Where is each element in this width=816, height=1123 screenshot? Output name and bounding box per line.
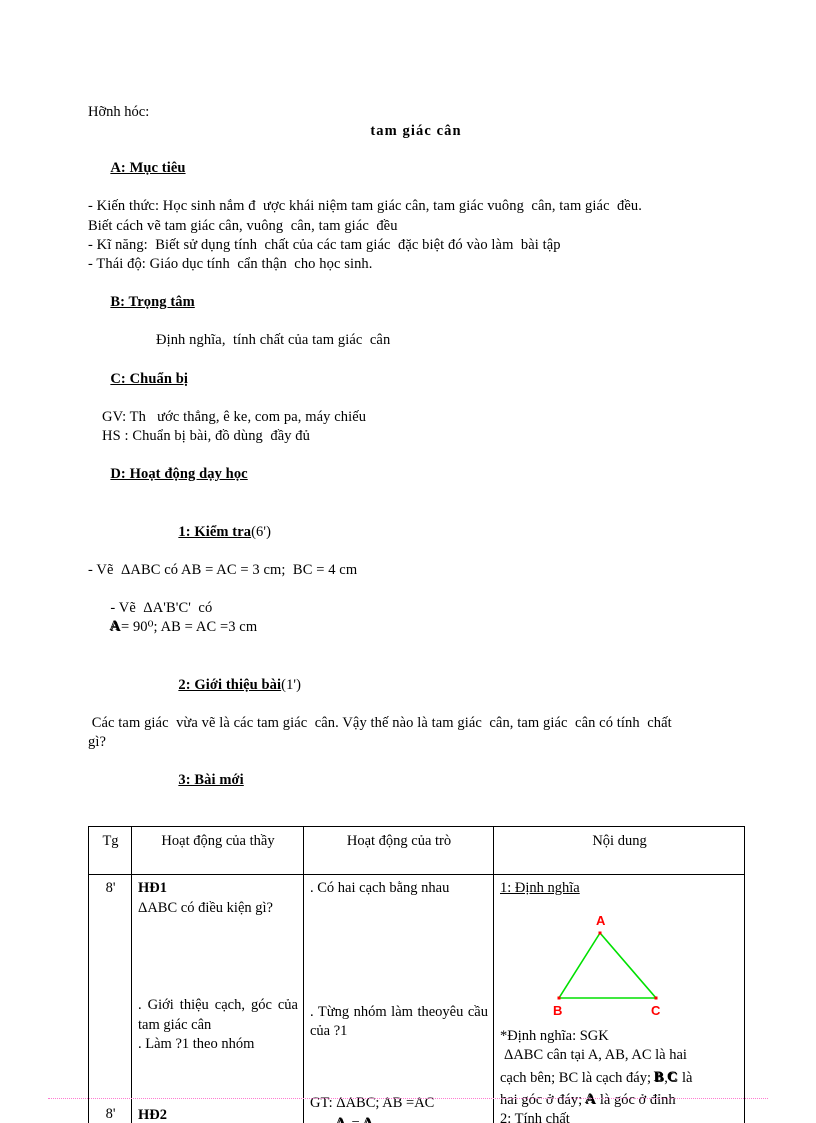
cell-content: 1: Định nghĩa A B C *Định nghĩa: SGK ΔAB…	[493, 874, 745, 1123]
section-d1-line-2: - Vẽ ΔA'B'C' có A A= 90⁰; AB = AC =3 cm	[88, 580, 744, 657]
section-a-line-4: - Thái độ: Giáo dục tính cẩn thận cho họ…	[88, 255, 373, 272]
section-d2-heading: 2: Giới thiệu bài(1')	[88, 656, 744, 713]
content-definition-line-3: hai góc ở đáy; AA là góc ở đỉnh	[500, 1091, 739, 1110]
section-d1-line-2-head: - Vẽ ΔA'B'C' có	[110, 600, 213, 616]
section-d3-heading: 3: Bài mới	[88, 752, 744, 809]
time-second: 8'	[105, 1105, 116, 1122]
student-response-2: . Từng nhóm làm theoyêu cầu của ?1	[310, 1003, 488, 1040]
student-spacer-2	[310, 977, 488, 1003]
content-definition-line-2-tail: là	[682, 1069, 693, 1086]
section-d2-line-1: Các tam giác vừa vẽ là các tam giác cân.…	[88, 714, 672, 731]
student-spacer-3	[310, 1042, 488, 1094]
section-b-heading: B: Trọng tâm	[88, 274, 744, 331]
section-d-heading: D: Hoạt động dạy học	[88, 446, 744, 503]
table-row: 8' 8' HĐ1 ΔABC có điều kiện gì? . Giới t…	[88, 874, 745, 1123]
section-d2-time: (1')	[281, 676, 302, 693]
document-content: Hỡnh hóc: tam giác cân A: Mục tiêu - Kiế…	[88, 104, 745, 1123]
student-gt-angle-line: AA1= AA2	[310, 1115, 488, 1123]
teacher-hd1-bullet-2: . Làm ?1 theo nhóm	[138, 1036, 255, 1053]
table-header-tg: Tg	[88, 826, 132, 876]
teacher-hd2-label: HĐ2	[138, 1107, 167, 1123]
angle-a1-glyph: AA1	[335, 1115, 351, 1123]
vertex-point-b	[557, 996, 561, 1000]
lesson-plan-table: Tg Hoạt động của thầy Hoạt động của trò …	[88, 826, 745, 1123]
angle-base-letter: A	[110, 619, 121, 636]
angle-c-glyph: CC	[667, 1069, 679, 1088]
triangle-abc-svg: A B C	[553, 913, 661, 1018]
section-d3-heading-text: 3: Bài mới	[178, 772, 244, 789]
section-d1-heading-text: 1: Kiểm tra	[178, 523, 252, 540]
equals-sign: =	[351, 1116, 359, 1123]
student-response-1: . Có hai cạch bằng nhau	[310, 880, 450, 897]
content-heading-2: 2: Tính chất	[500, 1111, 570, 1123]
content-definition-line-1: ΔABC cân tại A, AB, AC là hai	[504, 1047, 687, 1064]
teacher-spacer-1	[138, 918, 298, 996]
angle-a-glyph: AA	[585, 1091, 597, 1110]
teacher-hd1-question: ΔABC có điều kiện gì?	[138, 899, 273, 916]
content-heading-1: 1: Định nghĩa	[500, 880, 580, 897]
cell-teacher-activity: HĐ1 ΔABC có điều kiện gì? . Giới thiệu c…	[131, 874, 304, 1123]
cell-student-activity: . Có hai cạch bằng nhau . Từng nhóm làm …	[303, 874, 494, 1123]
figure-triangle-1: A B C	[500, 905, 736, 1023]
angle-base-letter: A	[585, 1092, 597, 1109]
section-c-heading-text: C: Chuẩn bị	[110, 370, 189, 387]
page-break-indicator	[48, 1098, 768, 1099]
vertex-point-a	[598, 931, 602, 935]
table-header-student: Hoạt động của trò	[303, 826, 494, 876]
table-header-content: Nội dung	[493, 826, 745, 876]
vertex-label-a: A	[596, 913, 606, 928]
time-first: 8'	[105, 880, 116, 897]
section-d1-time: (6')	[251, 523, 272, 540]
angle-base-letter: A	[336, 1116, 346, 1123]
content-definition-star: *Định nghĩa: SGK	[500, 1027, 609, 1044]
section-c-line-2: HS : Chuẩn bị bài, đồ dùng đầy đủ	[102, 427, 310, 444]
student-spacer-1	[310, 899, 488, 977]
section-d1-line-2-tail: = 90⁰; AB = AC =3 cm	[120, 619, 258, 636]
angle-a2-glyph: AA2	[362, 1115, 378, 1123]
section-d2-heading-text: 2: Giới thiệu bài	[178, 676, 282, 693]
content-definition-line-2-head: cạch bên; BC là cạch đáy;	[500, 1069, 651, 1086]
vertex-point-c	[654, 996, 658, 1000]
section-b-heading-text: B: Trọng tâm	[110, 294, 195, 310]
teacher-hd1-bullet-1: . Giới thiệu cạch, góc của tam giác cân	[138, 997, 298, 1033]
student-gt-line: GT: ΔABC; AB =AC	[310, 1094, 435, 1111]
table-header-teacher: Hoạt động của thầy	[131, 826, 304, 876]
section-d2-line-2: gì?	[88, 733, 107, 750]
content-definition-line-2: cạch bên; BC là cạch đáy; B B, C C là	[500, 1069, 739, 1088]
section-d-heading-text: D: Hoạt động dạy học	[110, 466, 248, 483]
cell-time: 8' 8'	[88, 874, 132, 1123]
vertex-label-b: B	[553, 1003, 562, 1018]
table-header-row: Tg Hoạt động của thầy Hoạt động của trò …	[88, 826, 745, 876]
section-d1-heading: 1: Kiểm tra(6')	[88, 503, 744, 560]
triangle-outline	[557, 931, 658, 999]
section-a-heading: A: Mục tiêu	[88, 140, 744, 197]
angle-base-letter: B	[654, 1069, 665, 1086]
angle-base-letter: C	[667, 1069, 679, 1086]
content-definition-line-3-tail: là góc ở đỉnh	[599, 1092, 676, 1109]
section-d1-line-1: - Vẽ ΔABC có AB = AC = 3 cm; BC = 4 cm	[88, 561, 358, 578]
vertex-label-c: C	[651, 1003, 661, 1018]
section-a-line-3: - Kĩ năng: Biết sử dụng tính chất của cá…	[88, 236, 561, 253]
subject-line: Hỡnh hóc:	[88, 104, 150, 120]
section-b-line: Định nghĩa, tính chất của tam giác cân	[156, 332, 391, 349]
section-c-line-1: GV: Th ước thẳng, ê ke, com pa, máy chiế…	[102, 408, 367, 425]
document-title: tam giác cân	[370, 123, 462, 139]
content-definition-line-3-head: hai góc ở đáy;	[500, 1092, 583, 1109]
section-a-line-1: - Kiến thức: Học sinh nắm đ ược khái niệ…	[88, 198, 643, 215]
section-c-heading: C: Chuẩn bị	[88, 350, 744, 407]
document-page: Hỡnh hóc: tam giác cân A: Mục tiêu - Kiế…	[0, 0, 816, 1123]
angle-base-letter: A	[363, 1116, 373, 1123]
angle-b-glyph: BB	[654, 1069, 665, 1088]
time-spacer	[95, 899, 126, 1105]
angle-a-glyph: AA	[109, 618, 121, 637]
section-a-line-2: Biết cách vẽ tam giác cân, vuông cân, ta…	[88, 217, 398, 234]
section-a-heading-text: A: Mục tiêu	[110, 160, 186, 177]
teacher-hd1-label: HĐ1	[138, 880, 167, 897]
